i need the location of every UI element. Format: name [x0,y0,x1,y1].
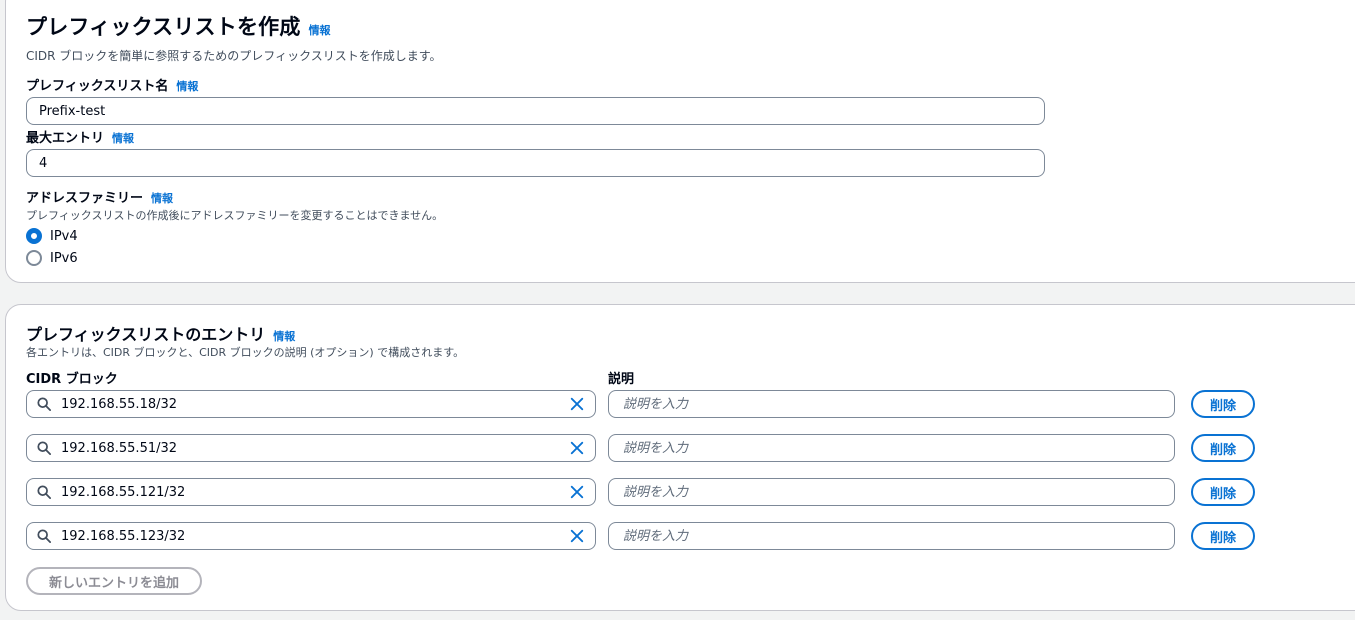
address-family-info-link[interactable]: 情報 [151,190,173,206]
page-header: プレフィックスリストを作成 情報 [26,11,331,41]
description-column-label: 説明 [608,372,635,387]
max-entries-input[interactable] [26,149,1045,177]
description-input[interactable] [608,434,1175,462]
name-label: プレフィックスリスト名 [26,79,169,94]
radio-ipv6-label: IPv6 [50,250,78,266]
max-entries-label-row: 最大エントリ 情報 [26,127,134,146]
name-label-row: プレフィックスリスト名 情報 [26,75,198,94]
search-icon [27,397,61,411]
delete-button[interactable]: 削除 [1191,478,1255,506]
radio-ipv6-indicator[interactable] [26,250,42,266]
description-input[interactable] [608,390,1175,418]
address-family-label: アドレスファミリー [26,191,144,206]
prefix-list-entries-panel: プレフィックスリストのエントリ 情報 各エントリは、CIDR ブロックと、CID… [5,304,1355,611]
cidr-column-label: CIDR ブロック [26,372,118,387]
entries-header: プレフィックスリストのエントリ 情報 [26,321,295,345]
prefix-list-details-panel: プレフィックスリストを作成 情報 CIDR ブロックを簡単に参照するためのプレフ… [5,0,1355,283]
name-info-link[interactable]: 情報 [176,78,198,94]
page-title-info-link[interactable]: 情報 [309,22,331,38]
radio-ipv6[interactable]: IPv6 [26,250,78,266]
address-family-description: プレフィックスリストの作成後にアドレスファミリーを変更することはできません。 [26,209,444,222]
clear-icon[interactable] [559,391,595,417]
entries-description: 各エントリは、CIDR ブロックと、CIDR ブロックの説明 (オプション) で… [26,346,465,359]
max-entries-label: 最大エントリ [26,131,105,146]
clear-icon[interactable] [559,435,595,461]
cidr-value: 192.168.55.121/32 [61,484,186,500]
radio-ipv4-label: IPv4 [50,228,78,244]
clear-icon[interactable] [559,523,595,549]
search-icon [27,441,61,455]
entries-title: プレフィックスリストのエントリ [26,325,266,344]
max-entries-info-link[interactable]: 情報 [112,130,134,146]
delete-button[interactable]: 削除 [1191,390,1255,418]
cidr-input[interactable]: 192.168.55.123/32 [26,522,596,550]
page-title: プレフィックスリストを作成 [26,15,301,39]
radio-ipv4-indicator[interactable] [26,228,42,244]
prefix-list-name-input[interactable] [26,97,1045,125]
cidr-value: 192.168.55.123/32 [61,528,186,544]
delete-button[interactable]: 削除 [1191,522,1255,550]
description-input[interactable] [608,522,1175,550]
search-icon [27,485,61,499]
delete-button[interactable]: 削除 [1191,434,1255,462]
entries-info-link[interactable]: 情報 [273,328,295,344]
page-description: CIDR ブロックを簡単に参照するためのプレフィックスリストを作成します。 [26,49,442,63]
cidr-value: 192.168.55.18/32 [61,396,178,412]
search-icon [27,529,61,543]
cidr-input[interactable]: 192.168.55.51/32 [26,434,596,462]
radio-ipv4[interactable]: IPv4 [26,228,78,244]
cidr-value: 192.168.55.51/32 [61,440,178,456]
description-input[interactable] [608,478,1175,506]
address-family-label-row: アドレスファミリー 情報 [26,187,173,206]
add-entry-button[interactable]: 新しいエントリを追加 [26,567,202,595]
cidr-input[interactable]: 192.168.55.18/32 [26,390,596,418]
cidr-input[interactable]: 192.168.55.121/32 [26,478,596,506]
clear-icon[interactable] [559,479,595,505]
